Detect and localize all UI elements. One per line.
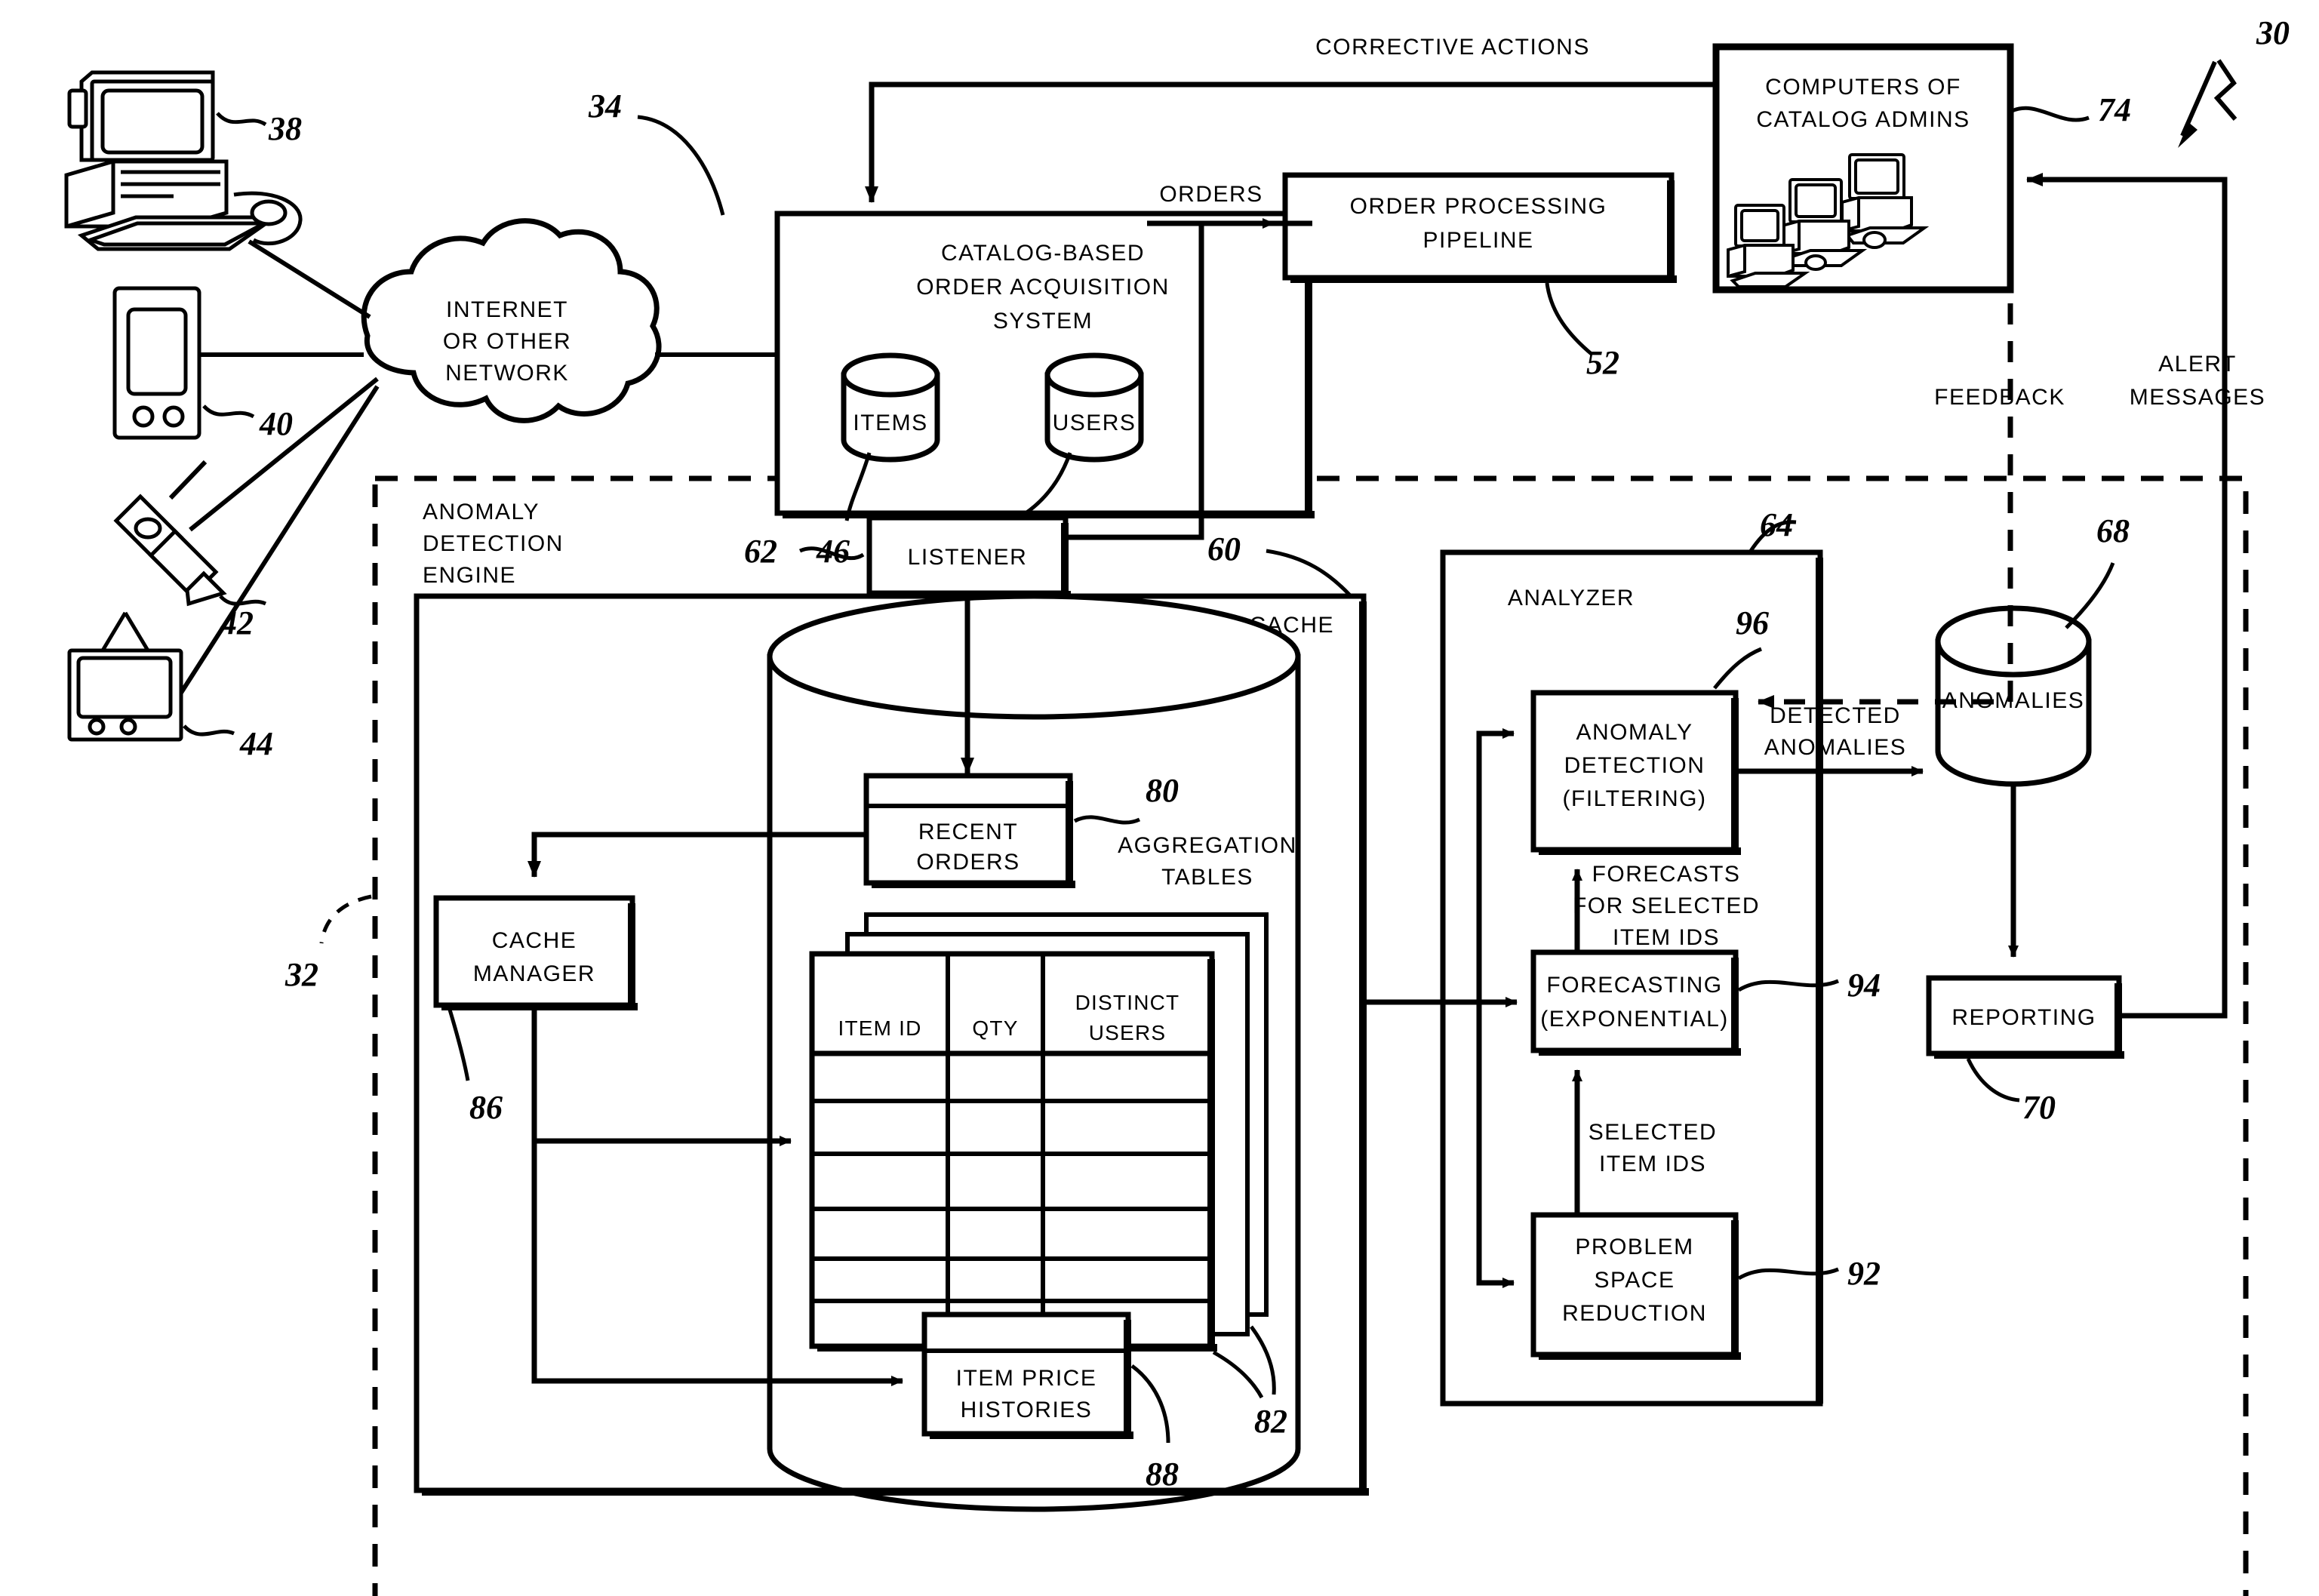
ref-82: 82 [1254, 1403, 1287, 1440]
alert-messages-edge [2026, 173, 2225, 1016]
ref-70: 70 [2022, 1089, 2056, 1126]
television-icon [69, 613, 181, 740]
cache-manager-to-agg-tables [534, 1010, 792, 1146]
anomaly-detection-line2: DETECTION [1564, 753, 1705, 778]
psr-line1: PROBLEM [1575, 1235, 1693, 1259]
admins-line1: COMPUTERS OF [1765, 75, 1961, 100]
feedback-label: FEEDBACK [1934, 385, 2065, 410]
cloud-line1: INTERNET [446, 297, 568, 322]
ref-42: 42 [220, 604, 254, 641]
catalog-system-line2: ORDER ACQUISITION [916, 275, 1170, 300]
analyzer-label: ANALYZER [1508, 586, 1635, 610]
cloud-line2: OR OTHER [443, 329, 571, 354]
items-db-label: ITEMS [853, 411, 927, 435]
forecasts-line1: FORECASTS [1592, 862, 1741, 887]
listener-label: LISTENER [908, 545, 1028, 570]
cache-manager-line2: MANAGER [473, 961, 595, 986]
ref-64: 64 [1760, 506, 1793, 543]
forecasting-line2: (EXPONENTIAL) [1540, 1007, 1729, 1032]
items-database-icon [844, 355, 937, 460]
anomalies-db-label: ANOMALIES [1942, 688, 2085, 713]
selected-item-ids-line1: SELECTED [1589, 1120, 1717, 1145]
catalog-system-line3: SYSTEM [993, 309, 1093, 334]
recent-orders-line1: RECENT [918, 820, 1018, 844]
recent-orders-line2: ORDERS [916, 850, 1020, 875]
pipeline-line1: ORDER PROCESSING [1350, 194, 1607, 219]
cache-manager-line1: CACHE [492, 928, 577, 953]
ref-80: 80 [1146, 772, 1179, 809]
alert-messages-line1: ALERT [2158, 352, 2237, 377]
cache-manager-box [436, 898, 638, 1010]
reporting-label: REPORTING [1951, 1005, 2096, 1030]
detected-anomalies-line1: DETECTED [1770, 703, 1901, 728]
cell-phone-icon [116, 462, 223, 604]
corrective-actions-label: CORRECTIVE ACTIONS [1315, 35, 1590, 60]
agg-col-item-id: ITEM ID [838, 1016, 921, 1040]
agg-col-distinct: DISTINCT [1075, 991, 1180, 1014]
ref-88: 88 [1146, 1456, 1179, 1493]
pipeline-line2: PIPELINE [1422, 228, 1533, 253]
ref-94: 94 [1847, 967, 1881, 1004]
admins-line2: CATALOG ADMINS [1756, 107, 1970, 132]
anomaly-detection-line3: (FILTERING) [1563, 786, 1707, 811]
ref-52: 52 [1586, 344, 1619, 381]
anomaly-detection-line1: ANOMALY [1576, 720, 1693, 745]
users-db-label: USERS [1053, 411, 1136, 435]
users-database-icon [1047, 355, 1141, 460]
patent-figure: CATALOG-BASED ORDER ACQUISITION SYSTEM I… [0, 0, 2319, 1596]
forecasts-line3: ITEM IDS [1613, 925, 1720, 950]
ref-74: 74 [2098, 91, 2131, 128]
alert-messages-line2: MESSAGES [2130, 385, 2265, 410]
ref-60: 60 [1207, 530, 1241, 567]
detected-anomalies-line2: ANOMALIES [1764, 735, 1907, 760]
catalog-system-line1: CATALOG-BASED [941, 241, 1145, 266]
psr-line3: REDUCTION [1562, 1301, 1707, 1326]
ref-62: 62 [744, 533, 777, 570]
ref-92: 92 [1847, 1255, 1881, 1292]
ref-96: 96 [1736, 604, 1769, 641]
desktop-computer-icon [66, 72, 300, 249]
aggregation-tables-line1: AGGREGATION [1118, 833, 1297, 858]
cloud-line3: NETWORK [445, 361, 569, 386]
ref-86: 86 [469, 1089, 503, 1126]
aggregation-tables-line2: TABLES [1161, 865, 1253, 890]
psr-line2: SPACE [1595, 1268, 1675, 1293]
selected-item-ids-line2: ITEM IDS [1599, 1152, 1706, 1176]
engine-line1: ANOMALY [423, 500, 540, 524]
ref-32: 32 [284, 956, 318, 993]
ref-44: 44 [239, 725, 273, 762]
forecasting-line1: FORECASTING [1546, 973, 1722, 998]
forecasting-box [1533, 952, 1741, 1056]
engine-line2: DETECTION [423, 531, 564, 556]
ref-34: 34 [588, 88, 622, 125]
orders-label: ORDERS [1159, 182, 1263, 207]
forecasts-line2: FOR SELECTED [1573, 893, 1760, 918]
ref-68: 68 [2096, 512, 2130, 549]
engine-line3: ENGINE [423, 563, 516, 588]
recent-orders-to-cache-manager [527, 835, 866, 878]
ref-40: 40 [259, 405, 293, 442]
ref-30: 30 [2256, 14, 2290, 51]
ref-38: 38 [268, 110, 302, 147]
price-histories-line1: ITEM PRICE [956, 1366, 1097, 1391]
agg-col-users: USERS [1089, 1021, 1166, 1044]
agg-col-qty: QTY [972, 1016, 1018, 1040]
price-histories-line2: HISTORIES [961, 1398, 1093, 1422]
pda-icon [115, 288, 199, 438]
